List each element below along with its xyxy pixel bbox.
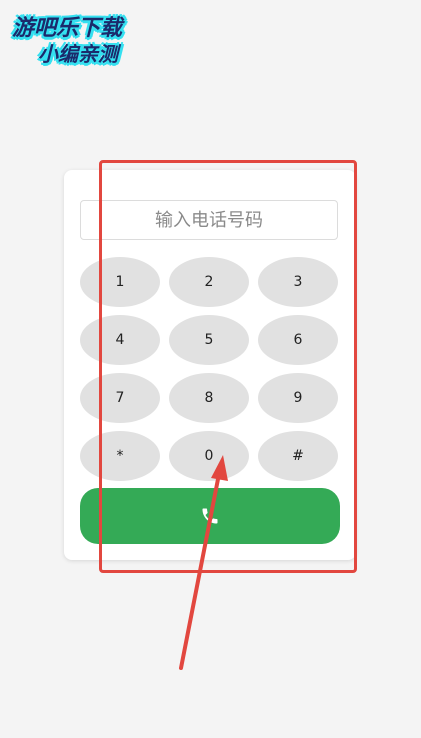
phone-icon — [202, 508, 218, 524]
key-7[interactable]: 7 — [80, 373, 160, 423]
key-4[interactable]: 4 — [80, 315, 160, 365]
key-hash[interactable]: # — [258, 431, 338, 481]
key-2[interactable]: 2 — [169, 257, 249, 307]
watermark-line-2: 小编亲测 — [38, 42, 118, 66]
key-9[interactable]: 9 — [258, 373, 338, 423]
call-button[interactable] — [80, 488, 340, 544]
watermark-logo: 游吧乐下载 小编亲测 — [8, 6, 148, 66]
phone-number-input[interactable] — [80, 200, 338, 240]
key-6[interactable]: 6 — [258, 315, 338, 365]
dialer-card: 1 2 3 4 5 6 7 8 9 * 0 # — [64, 170, 356, 560]
key-3[interactable]: 3 — [258, 257, 338, 307]
key-5[interactable]: 5 — [169, 315, 249, 365]
key-0[interactable]: 0 — [169, 431, 249, 481]
key-8[interactable]: 8 — [169, 373, 249, 423]
key-star[interactable]: * — [80, 431, 160, 481]
key-1[interactable]: 1 — [80, 257, 160, 307]
